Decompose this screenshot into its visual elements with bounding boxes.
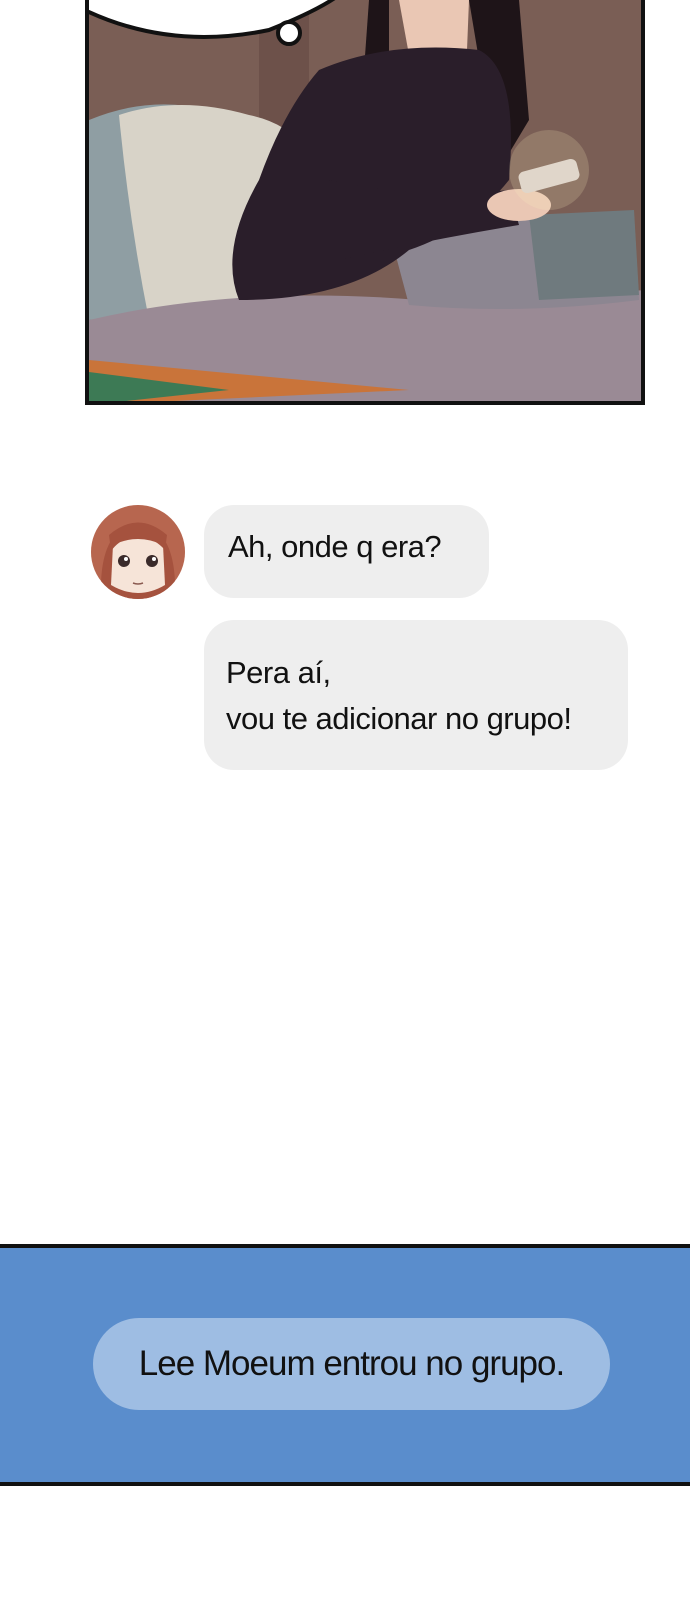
thought-bubble <box>89 0 336 46</box>
chat-bubble-line-1: Pera aí, <box>226 655 331 690</box>
comic-panel <box>85 0 645 405</box>
chat-bubble-text: Ah, onde q era? <box>228 529 442 564</box>
system-notice-band: Lee Moeum entrou no grupo. <box>0 1244 690 1486</box>
chat-bubble-2: Pera aí, vou te adicionar no grupo! <box>204 620 628 770</box>
chat-bubble-line-2: vou te adicionar no grupo! <box>226 701 572 736</box>
panel-illustration <box>89 0 641 401</box>
avatar <box>91 505 185 599</box>
system-notice-pill: Lee Moeum entrou no grupo. <box>93 1318 610 1410</box>
system-notice-text: Lee Moeum entrou no grupo. <box>138 1344 565 1383</box>
avatar-face-icon <box>91 505 185 599</box>
chat-bubble-1: Ah, onde q era? <box>204 505 489 598</box>
